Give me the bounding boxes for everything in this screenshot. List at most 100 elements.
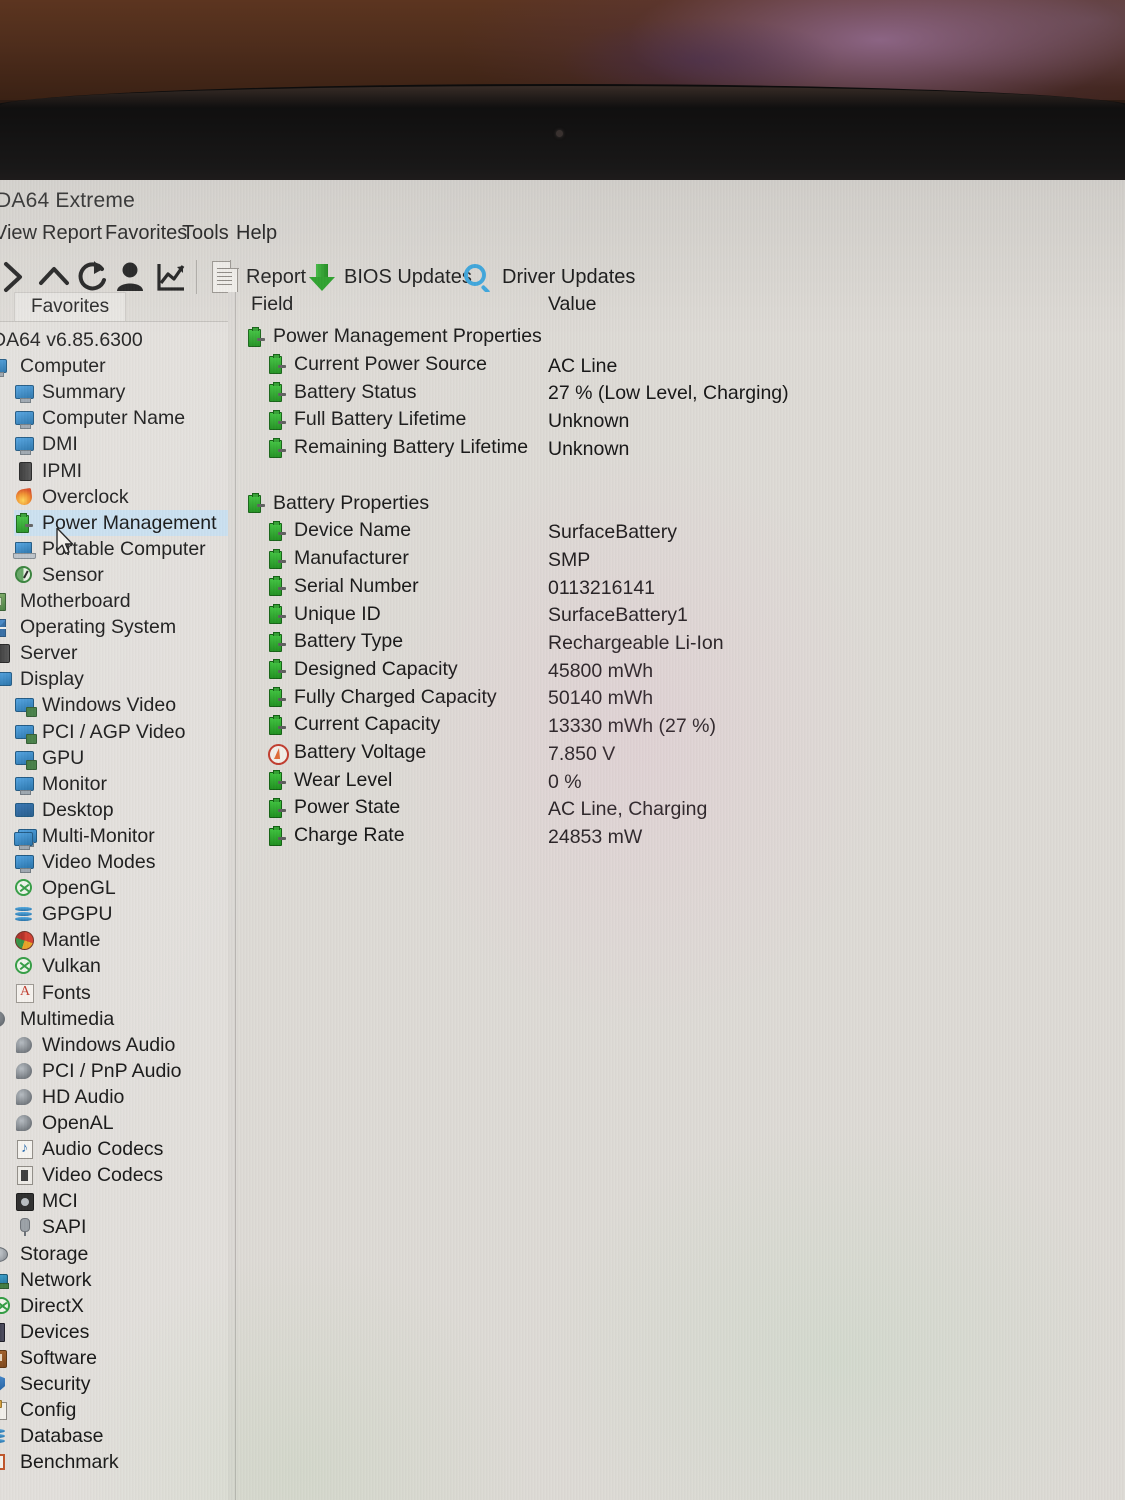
navigation-sidebar[interactable]: DA64 v6.85.6300 Computer Summary Computer N… [0,322,228,1500]
table-row[interactable]: Battery Type [267,628,403,656]
microphone-icon [14,1217,36,1237]
sidebar-item-pci-agp-video[interactable]: PCI / AGP Video [14,719,228,745]
menu-tools[interactable]: Tools [182,222,229,245]
table-row[interactable]: Fully Charged Capacity [267,683,497,711]
sidebar-item-storage[interactable]: Storage [0,1241,228,1267]
sidebar-item-vulkan[interactable]: Vulkan [14,953,228,979]
sidebar-item-multi-monitor[interactable]: Multi-Monitor [14,823,228,850]
column-header-field[interactable]: Field [251,293,293,316]
sidebar-item-portable-computer[interactable]: Portable Computer [13,536,228,562]
row-field: Remaining Battery Lifetime [294,436,529,459]
group-header[interactable]: Power Management Properties [246,323,542,351]
sidebar-item-opengl[interactable]: OpenGL [14,875,228,901]
table-row[interactable]: Designed Capacity [267,656,458,684]
sidebar-item-video-modes[interactable]: Video Modes [14,849,228,875]
menu-report[interactable]: Report [42,222,102,245]
sidebar-item-da64-v6-85-6300[interactable]: DA64 v6.85.6300 [0,327,228,353]
sidebar-item-dmi[interactable]: DMI [14,431,228,457]
sidebar-item-devices[interactable]: Devices [0,1319,228,1345]
sidebar-item-multimedia[interactable]: Multimedia [0,1006,228,1032]
row-value: Rechargeable Li-Ion [548,632,724,654]
sidebar-item-database[interactable]: Database [0,1423,228,1449]
benchmark-icon [0,1452,14,1472]
sidebar-item-sapi[interactable]: SAPI [14,1214,228,1240]
table-row[interactable]: Remaining Battery Lifetime [267,434,528,462]
sidebar-item-hd-audio[interactable]: HD Audio [14,1084,228,1110]
battery-icon [267,714,289,735]
table-row[interactable]: Battery Status [267,378,416,406]
sidebar-item-benchmark[interactable]: Benchmark [0,1449,228,1475]
table-row[interactable]: Manufacturer [267,545,409,573]
table-row[interactable]: Current Capacity [267,711,440,739]
menu-view[interactable]: View [0,222,37,245]
sidebar-item-windows-audio[interactable]: Windows Audio [14,1032,228,1058]
row-field: Full Battery Lifetime [294,408,467,431]
row-value: 50140 mWh [548,687,654,710]
sidebar-item-monitor[interactable]: Monitor [14,771,228,797]
row-value: SMP [548,548,591,571]
row-field: Serial Number [294,574,419,597]
table-row[interactable]: Battery Voltage [267,739,426,767]
table-row[interactable]: Unique ID [267,600,381,628]
sidebar-item-mci[interactable]: MCI [14,1188,228,1214]
audio-icon [14,1087,36,1107]
table-row[interactable]: Serial Number [267,573,419,601]
sidebar-item-config[interactable]: Config [0,1397,228,1423]
table-row[interactable]: Current Power Source [267,351,487,379]
table-row[interactable]: Device Name [267,517,411,545]
driver-updates-button[interactable]: Driver Updates [462,258,635,296]
sidebar-item-power-management[interactable]: Power Management [14,509,228,536]
sidebar-item-openal[interactable]: OpenAL [14,1110,228,1136]
sidebar-item-mantle[interactable]: Mantle [14,927,228,953]
sidebar-item-ipmi[interactable]: IPMI [14,458,228,484]
sidebar-item-server[interactable]: Server [0,640,228,666]
aida64-window: DA64 Extreme View Report Favorites Tools… [0,180,1125,1500]
sidebar-item-motherboard[interactable]: Motherboard [0,588,228,614]
sidebar-item-security[interactable]: Security [0,1371,228,1397]
table-row[interactable]: Power State [267,794,400,822]
sidebar-item-label: Windows Video [42,694,177,717]
sidebar-item-video-codecs[interactable]: Video Codecs [14,1162,228,1188]
sidebar-item-operating-system[interactable]: Operating System [0,614,228,640]
menu-favorites[interactable]: Favorites [105,222,187,245]
battery-icon [246,326,268,347]
sidebar-item-computer-name[interactable]: Computer Name [14,405,228,431]
sidebar-item-label: GPGPU [42,903,113,926]
sidebar-item-display[interactable]: Display [0,666,228,692]
sidebar-item-pci-pnp-audio[interactable]: PCI / PnP Audio [14,1058,228,1084]
audio-icon [14,1061,36,1081]
menu-help[interactable]: Help [236,222,277,245]
table-row[interactable]: Wear Level [267,767,392,795]
sidebar-item-network[interactable]: Network [0,1267,228,1293]
sidebar-item-gpgpu[interactable]: GPGPU [14,901,228,927]
column-header-value[interactable]: Value [548,293,596,316]
bios-updates-button[interactable]: BIOS Updates [308,258,472,296]
sidebar-item-desktop[interactable]: Desktop [14,797,228,823]
sidebar-item-summary[interactable]: Summary [14,379,228,405]
sidebar-item-label: SAPI [42,1216,87,1239]
menubar: View Report Favorites Tools Help [0,222,1125,252]
sidebar-item-fonts[interactable]: Fonts [14,980,228,1006]
table-row[interactable]: Full Battery Lifetime [267,406,466,434]
video-card-icon [14,695,37,718]
report-button[interactable]: Report [212,258,306,296]
sidebar-item-computer[interactable]: Computer [0,353,228,379]
sidebar-item-label: Vulkan [42,955,101,978]
table-row[interactable]: Charge Rate [267,822,405,850]
row-value: 0113216141 [548,576,656,599]
sidebar-item-windows-video[interactable]: Windows Video [14,692,228,718]
row-field: Wear Level [294,768,393,791]
sidebar-item-label: Database [20,1425,104,1448]
group-header[interactable]: Battery Properties [246,490,429,518]
sidebar-item-directx[interactable]: DirectX [0,1293,228,1319]
motherboard-icon [0,591,14,611]
sidebar-item-overclock[interactable]: Overclock [14,484,228,510]
pane-splitter[interactable] [228,292,237,1500]
tab-favorites[interactable]: Favorites [14,292,127,322]
sidebar-item-label: Display [20,668,84,691]
sidebar-item-gpu[interactable]: GPU [14,745,228,771]
sidebar-item-audio-codecs[interactable]: Audio Codecs [14,1136,228,1162]
sidebar-item-label: HD Audio [42,1085,125,1108]
sidebar-item-software[interactable]: Software [0,1345,228,1371]
sidebar-item-sensor[interactable]: Sensor [14,562,228,588]
